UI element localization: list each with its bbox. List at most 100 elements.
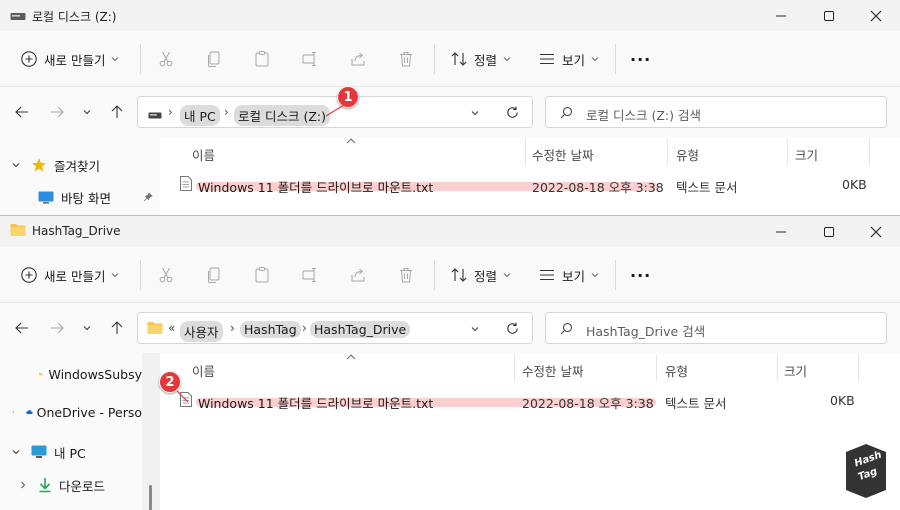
column-divider[interactable] (656, 355, 657, 381)
view-button[interactable]: 보기 (538, 43, 599, 75)
breadcrumb-item[interactable]: 사용자 (180, 321, 223, 342)
delete-button[interactable] (397, 259, 415, 291)
cut-button[interactable] (157, 259, 175, 291)
maximize-icon (824, 10, 834, 21)
forward-button[interactable] (47, 318, 67, 338)
sidebar-scrollbar[interactable] (142, 353, 160, 510)
column-divider[interactable] (869, 139, 870, 165)
column-divider[interactable] (858, 355, 859, 381)
scissors-icon (159, 51, 173, 67)
up-button[interactable] (107, 318, 127, 338)
column-header-name[interactable]: 이름 (192, 361, 215, 380)
sidebar-item-onedrive[interactable]: OneDrive - Perso (0, 397, 142, 427)
back-button[interactable] (12, 102, 32, 122)
more-button[interactable]: ··· (630, 43, 651, 75)
column-header-size[interactable]: 크기 (784, 361, 807, 380)
toolbar-divider (615, 260, 616, 290)
share-button[interactable] (349, 259, 367, 291)
breadcrumb-item[interactable]: HashTag (240, 321, 301, 338)
file-date: 2022-08-18 오후 3:38 (522, 396, 654, 411)
chevron-down-icon (112, 273, 119, 278)
toolbar-divider (140, 44, 141, 74)
arrow-right-icon (51, 106, 64, 118)
maximize-button[interactable] (805, 216, 853, 247)
toolbar-divider (434, 260, 435, 290)
sidebar-item-downloads[interactable]: 다운로드 (0, 470, 142, 500)
navigation-pane: 즐겨찾기 바탕 화면 (0, 137, 160, 215)
sidebar-item-windowssubsystem[interactable]: WindowsSubsy (0, 359, 142, 389)
rename-button[interactable] (301, 259, 319, 291)
column-header-name[interactable]: 이름 (192, 145, 215, 164)
copy-icon (208, 267, 220, 283)
cut-button[interactable] (157, 43, 175, 75)
clipboard-icon (255, 51, 269, 67)
sort-button[interactable]: 정렬 (450, 259, 511, 291)
copy-button[interactable] (205, 43, 223, 75)
close-button[interactable] (852, 216, 900, 247)
close-button[interactable] (852, 0, 900, 31)
toolbar-divider (615, 44, 616, 74)
breadcrumb-item-current[interactable]: 로컬 디스크 (Z:) (234, 105, 330, 126)
view-button[interactable]: 보기 (538, 259, 599, 291)
paste-button[interactable] (253, 259, 271, 291)
new-button[interactable]: 새로 만들기 (20, 259, 119, 291)
minimize-button[interactable] (757, 0, 805, 31)
sort-icon (451, 52, 467, 66)
chevron-down-icon (503, 273, 511, 278)
up-button[interactable] (107, 102, 127, 122)
recent-locations-button[interactable] (77, 102, 97, 122)
file-size: 0KB (830, 393, 855, 408)
sidebar-item-this-pc[interactable]: 내 PC (0, 437, 142, 467)
breadcrumb-item[interactable]: 내 PC (180, 105, 220, 126)
column-divider[interactable] (787, 139, 788, 165)
search-input[interactable]: 로컬 디스크 (Z:) 검색 (545, 96, 887, 128)
table-row[interactable]: Windows 11 폴더를 드라이브로 마운트.txt 2022-08-18 … (160, 169, 900, 199)
arrow-left-icon (15, 322, 28, 334)
scrollbar-thumb[interactable] (149, 485, 152, 510)
column-header-date[interactable]: 수정한 날짜 (532, 145, 593, 164)
recent-locations-button[interactable] (77, 318, 97, 338)
rename-button[interactable] (301, 43, 319, 75)
chevron-down-icon (591, 273, 599, 278)
column-divider[interactable] (514, 355, 515, 381)
toolbar-divider (434, 44, 435, 74)
arrow-right-icon (51, 322, 64, 334)
table-row[interactable]: Windows 11 폴더를 드라이브로 마운트.txt 2022-08-18 … (160, 385, 900, 415)
column-header-type[interactable]: 유형 (676, 145, 699, 164)
minimize-button[interactable] (757, 216, 805, 247)
chevron-down-icon[interactable] (471, 110, 479, 116)
more-button[interactable]: ··· (630, 259, 651, 291)
sidebar-item-desktop[interactable]: 바탕 화면 (0, 182, 160, 212)
delete-button[interactable] (397, 43, 415, 75)
refresh-icon[interactable] (506, 322, 519, 335)
forward-button[interactable] (47, 102, 67, 122)
address-bar[interactable]: « 사용자 › HashTag › HashTag_Drive (137, 312, 533, 344)
sort-button[interactable]: 정렬 (450, 43, 511, 75)
sidebar-item-favorites[interactable]: 즐겨찾기 (0, 150, 160, 180)
share-icon (351, 268, 365, 282)
column-divider[interactable] (667, 139, 668, 165)
breadcrumb-item-current[interactable]: HashTag_Drive (310, 321, 411, 338)
search-input[interactable]: HashTag_Drive 검색 (545, 312, 887, 344)
column-header-size[interactable]: 크기 (795, 145, 818, 164)
column-divider[interactable] (777, 355, 778, 381)
chevron-right-icon (21, 481, 26, 489)
paste-button[interactable] (253, 43, 271, 75)
maximize-button[interactable] (805, 0, 853, 31)
column-header-date[interactable]: 수정한 날짜 (522, 361, 583, 380)
breadcrumb-overflow[interactable]: « (168, 321, 175, 335)
refresh-icon[interactable] (506, 106, 519, 119)
chevron-down-icon (12, 163, 20, 168)
column-divider[interactable] (525, 139, 526, 165)
close-icon (870, 226, 882, 237)
back-button[interactable] (12, 318, 32, 338)
pointer-line (325, 104, 345, 117)
navigation-bar: › 내 PC › 로컬 디스크 (Z:) 로컬 디스크 (Z:) 검색 (0, 87, 900, 137)
chevron-down-icon[interactable] (471, 326, 479, 332)
file-type: 텍스트 문서 (676, 180, 738, 195)
new-button[interactable]: 새로 만들기 (20, 43, 119, 75)
column-header-type[interactable]: 유형 (665, 361, 688, 380)
share-button[interactable] (349, 43, 367, 75)
copy-button[interactable] (205, 259, 223, 291)
pin-icon[interactable] (143, 192, 153, 202)
